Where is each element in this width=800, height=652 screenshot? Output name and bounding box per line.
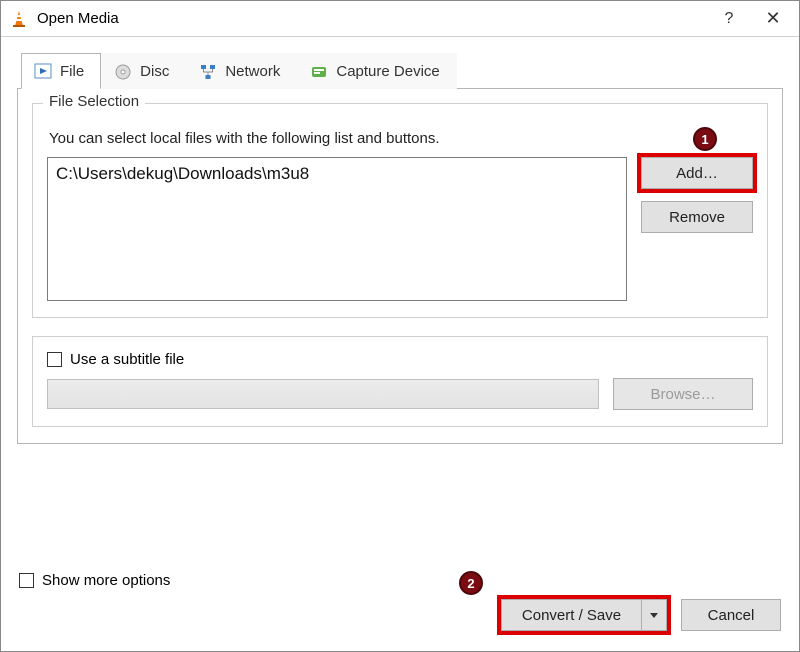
use-subtitle-label: Use a subtitle file xyxy=(70,351,184,368)
tab-capture[interactable]: Capture Device xyxy=(297,53,456,89)
remove-button[interactable]: Remove xyxy=(641,201,753,233)
tab-file[interactable]: File xyxy=(21,53,101,89)
add-button[interactable]: Add… xyxy=(641,157,753,189)
browse-subtitle-button: Browse… xyxy=(613,378,753,410)
file-play-icon xyxy=(34,62,52,80)
cancel-button-label: Cancel xyxy=(708,607,755,624)
tab-disc[interactable]: Disc xyxy=(101,53,186,89)
file-panel: File Selection You can select local file… xyxy=(17,89,783,444)
show-more-options-checkbox[interactable] xyxy=(19,573,34,588)
tab-disc-label: Disc xyxy=(140,63,169,80)
file-list-entry[interactable]: C:\Users\dekug\Downloads\m3u8 xyxy=(56,164,618,184)
file-selection-group: File Selection You can select local file… xyxy=(32,103,768,318)
tab-file-label: File xyxy=(60,63,84,80)
chevron-down-icon xyxy=(649,610,659,620)
tab-network-label: Network xyxy=(225,63,280,80)
annotation-step-1: 1 xyxy=(693,127,717,151)
remove-button-label: Remove xyxy=(669,209,725,226)
subtitle-path-input xyxy=(47,379,599,409)
file-list[interactable]: C:\Users\dekug\Downloads\m3u8 xyxy=(47,157,627,301)
file-selection-hint: You can select local files with the foll… xyxy=(49,130,753,147)
tab-bar: File Disc Network Capture Device xyxy=(17,51,783,89)
convert-save-button[interactable]: Convert / Save xyxy=(501,599,667,631)
annotation-step-2: 2 xyxy=(459,571,483,595)
disc-icon xyxy=(114,63,132,81)
show-more-options-row: Show more options xyxy=(19,572,781,589)
convert-save-label: Convert / Save xyxy=(522,607,621,624)
open-media-dialog: Open Media ? ✕ File Disc Network Capture… xyxy=(0,0,800,652)
vlc-cone-icon xyxy=(9,9,29,29)
tab-network[interactable]: Network xyxy=(186,53,297,89)
show-more-options-label: Show more options xyxy=(42,572,170,589)
close-button[interactable]: ✕ xyxy=(751,3,795,35)
tab-capture-label: Capture Device xyxy=(336,63,439,80)
capture-device-icon xyxy=(310,63,328,81)
window-title: Open Media xyxy=(37,10,707,27)
dialog-footer: 2 Convert / Save Cancel xyxy=(17,599,783,641)
file-selection-legend: File Selection xyxy=(43,93,145,110)
convert-save-dropdown[interactable] xyxy=(641,599,667,631)
cancel-button[interactable]: Cancel xyxy=(681,599,781,631)
add-button-label: Add… xyxy=(676,165,718,182)
use-subtitle-checkbox[interactable] xyxy=(47,352,62,367)
network-icon xyxy=(199,63,217,81)
help-button[interactable]: ? xyxy=(707,3,751,35)
subtitle-group: Use a subtitle file Browse… xyxy=(32,336,768,427)
titlebar: Open Media ? ✕ xyxy=(1,1,799,37)
browse-subtitle-label: Browse… xyxy=(650,386,715,403)
